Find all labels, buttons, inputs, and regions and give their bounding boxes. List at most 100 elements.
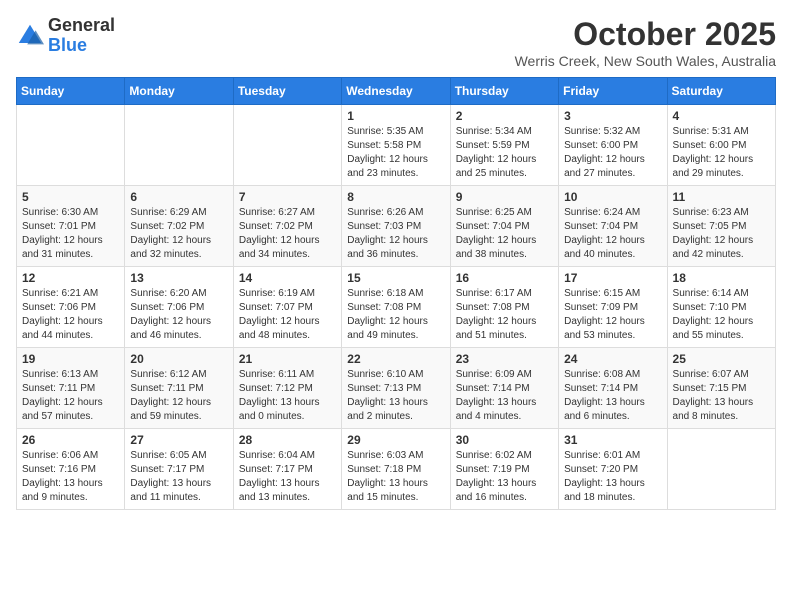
day-info: Sunrise: 6:13 AM Sunset: 7:11 PM Dayligh… — [22, 368, 119, 424]
calendar-cell: 14 Sunrise: 6:19 AM Sunset: 7:07 PM Dayli… — [233, 267, 341, 348]
calendar-cell: 29 Sunrise: 6:03 AM Sunset: 7:18 PM Dayli… — [342, 429, 450, 510]
calendar-cell: 18 Sunrise: 6:14 AM Sunset: 7:10 PM Dayli… — [667, 267, 775, 348]
day-info: Sunrise: 6:29 AM Sunset: 7:02 PM Dayligh… — [130, 206, 227, 262]
weekday-header-friday: Friday — [559, 78, 667, 105]
weekday-header-monday: Monday — [125, 78, 233, 105]
day-number: 23 — [456, 352, 553, 366]
day-info: Sunrise: 6:02 AM Sunset: 7:19 PM Dayligh… — [456, 449, 553, 505]
day-number: 13 — [130, 271, 227, 285]
day-info: Sunrise: 5:34 AM Sunset: 5:59 PM Dayligh… — [456, 125, 553, 181]
day-info: Sunrise: 6:30 AM Sunset: 7:01 PM Dayligh… — [22, 206, 119, 262]
day-info: Sunrise: 6:25 AM Sunset: 7:04 PM Dayligh… — [456, 206, 553, 262]
day-number: 11 — [673, 190, 770, 204]
day-info: Sunrise: 6:19 AM Sunset: 7:07 PM Dayligh… — [239, 287, 336, 343]
day-number: 3 — [564, 109, 661, 123]
location-subtitle: Werris Creek, New South Wales, Australia — [515, 53, 776, 69]
calendar-cell: 7 Sunrise: 6:27 AM Sunset: 7:02 PM Daylig… — [233, 186, 341, 267]
day-number: 25 — [673, 352, 770, 366]
calendar-cell: 17 Sunrise: 6:15 AM Sunset: 7:09 PM Dayli… — [559, 267, 667, 348]
day-number: 5 — [22, 190, 119, 204]
calendar-week-5: 26 Sunrise: 6:06 AM Sunset: 7:16 PM Dayli… — [17, 429, 776, 510]
day-number: 16 — [456, 271, 553, 285]
day-number: 24 — [564, 352, 661, 366]
calendar-week-2: 5 Sunrise: 6:30 AM Sunset: 7:01 PM Daylig… — [17, 186, 776, 267]
logo: General Blue — [16, 16, 115, 56]
calendar-cell: 2 Sunrise: 5:34 AM Sunset: 5:59 PM Daylig… — [450, 105, 558, 186]
day-info: Sunrise: 5:31 AM Sunset: 6:00 PM Dayligh… — [673, 125, 770, 181]
day-info: Sunrise: 6:04 AM Sunset: 7:17 PM Dayligh… — [239, 449, 336, 505]
logo-line1: General — [48, 16, 115, 36]
calendar-cell: 24 Sunrise: 6:08 AM Sunset: 7:14 PM Dayli… — [559, 348, 667, 429]
day-info: Sunrise: 5:35 AM Sunset: 5:58 PM Dayligh… — [347, 125, 444, 181]
month-title: October 2025 — [515, 16, 776, 53]
day-number: 12 — [22, 271, 119, 285]
title-block: October 2025 Werris Creek, New South Wal… — [515, 16, 776, 69]
day-info: Sunrise: 6:15 AM Sunset: 7:09 PM Dayligh… — [564, 287, 661, 343]
day-number: 26 — [22, 433, 119, 447]
calendar-cell: 25 Sunrise: 6:07 AM Sunset: 7:15 PM Dayli… — [667, 348, 775, 429]
weekday-header-row: SundayMondayTuesdayWednesdayThursdayFrid… — [17, 78, 776, 105]
day-number: 30 — [456, 433, 553, 447]
day-info: Sunrise: 6:06 AM Sunset: 7:16 PM Dayligh… — [22, 449, 119, 505]
logo-line2: Blue — [48, 36, 115, 56]
day-info: Sunrise: 6:01 AM Sunset: 7:20 PM Dayligh… — [564, 449, 661, 505]
day-number: 31 — [564, 433, 661, 447]
calendar-cell: 20Sunrise: 6:12 AM Sunset: 7:11 PM Dayli… — [125, 348, 233, 429]
day-info: Sunrise: 6:14 AM Sunset: 7:10 PM Dayligh… — [673, 287, 770, 343]
calendar-cell: 30 Sunrise: 6:02 AM Sunset: 7:19 PM Dayli… — [450, 429, 558, 510]
day-number: 19 — [22, 352, 119, 366]
calendar-cell: 1 Sunrise: 5:35 AM Sunset: 5:58 PM Daylig… — [342, 105, 450, 186]
day-info: Sunrise: 6:26 AM Sunset: 7:03 PM Dayligh… — [347, 206, 444, 262]
day-info: Sunrise: 5:32 AM Sunset: 6:00 PM Dayligh… — [564, 125, 661, 181]
day-number: 18 — [673, 271, 770, 285]
day-info: Sunrise: 6:03 AM Sunset: 7:18 PM Dayligh… — [347, 449, 444, 505]
day-info: Sunrise: 6:23 AM Sunset: 7:05 PM Dayligh… — [673, 206, 770, 262]
day-number: 1 — [347, 109, 444, 123]
day-info: Sunrise: 6:27 AM Sunset: 7:02 PM Dayligh… — [239, 206, 336, 262]
day-number: 14 — [239, 271, 336, 285]
day-number: 2 — [456, 109, 553, 123]
day-info: Sunrise: 6:05 AM Sunset: 7:17 PM Dayligh… — [130, 449, 227, 505]
weekday-header-sunday: Sunday — [17, 78, 125, 105]
day-number: 17 — [564, 271, 661, 285]
day-info: Sunrise: 6:24 AM Sunset: 7:04 PM Dayligh… — [564, 206, 661, 262]
calendar-cell: 16Sunrise: 6:17 AM Sunset: 7:08 PM Dayli… — [450, 267, 558, 348]
day-info: Sunrise: 6:18 AM Sunset: 7:08 PM Dayligh… — [347, 287, 444, 343]
calendar-cell — [233, 105, 341, 186]
calendar-cell: 5 Sunrise: 6:30 AM Sunset: 7:01 PM Daylig… — [17, 186, 125, 267]
calendar-cell: 6Sunrise: 6:29 AM Sunset: 7:02 PM Daylig… — [125, 186, 233, 267]
page-header: General Blue October 2025 Werris Creek, … — [16, 16, 776, 69]
calendar-cell: 11 Sunrise: 6:23 AM Sunset: 7:05 PM Dayli… — [667, 186, 775, 267]
calendar-table: SundayMondayTuesdayWednesdayThursdayFrid… — [16, 77, 776, 510]
calendar-cell: 22 Sunrise: 6:10 AM Sunset: 7:13 PM Dayli… — [342, 348, 450, 429]
calendar-cell: 27Sunrise: 6:05 AM Sunset: 7:17 PM Dayli… — [125, 429, 233, 510]
day-info: Sunrise: 6:21 AM Sunset: 7:06 PM Dayligh… — [22, 287, 119, 343]
calendar-cell: 26 Sunrise: 6:06 AM Sunset: 7:16 PM Dayli… — [17, 429, 125, 510]
day-info: Sunrise: 6:07 AM Sunset: 7:15 PM Dayligh… — [673, 368, 770, 424]
day-number: 8 — [347, 190, 444, 204]
day-number: 4 — [673, 109, 770, 123]
day-info: Sunrise: 6:09 AM Sunset: 7:14 PM Dayligh… — [456, 368, 553, 424]
day-number: 22 — [347, 352, 444, 366]
day-number: 7 — [239, 190, 336, 204]
day-info: Sunrise: 6:10 AM Sunset: 7:13 PM Dayligh… — [347, 368, 444, 424]
calendar-cell: 21Sunrise: 6:11 AM Sunset: 7:12 PM Dayli… — [233, 348, 341, 429]
day-number: 20 — [130, 352, 227, 366]
calendar-cell — [125, 105, 233, 186]
day-number: 10 — [564, 190, 661, 204]
logo-icon — [16, 22, 44, 50]
day-info: Sunrise: 6:08 AM Sunset: 7:14 PM Dayligh… — [564, 368, 661, 424]
day-number: 15 — [347, 271, 444, 285]
calendar-cell: 28 Sunrise: 6:04 AM Sunset: 7:17 PM Dayli… — [233, 429, 341, 510]
calendar-cell: 4 Sunrise: 5:31 AM Sunset: 6:00 PM Daylig… — [667, 105, 775, 186]
calendar-cell: 23 Sunrise: 6:09 AM Sunset: 7:14 PM Dayli… — [450, 348, 558, 429]
day-number: 28 — [239, 433, 336, 447]
weekday-header-saturday: Saturday — [667, 78, 775, 105]
day-number: 29 — [347, 433, 444, 447]
weekday-header-thursday: Thursday — [450, 78, 558, 105]
calendar-cell: 15 Sunrise: 6:18 AM Sunset: 7:08 PM Dayli… — [342, 267, 450, 348]
calendar-cell: 19 Sunrise: 6:13 AM Sunset: 7:11 PM Dayli… — [17, 348, 125, 429]
calendar-cell — [667, 429, 775, 510]
calendar-cell: 9Sunrise: 6:25 AM Sunset: 7:04 PM Daylig… — [450, 186, 558, 267]
calendar-cell: 13Sunrise: 6:20 AM Sunset: 7:06 PM Dayli… — [125, 267, 233, 348]
